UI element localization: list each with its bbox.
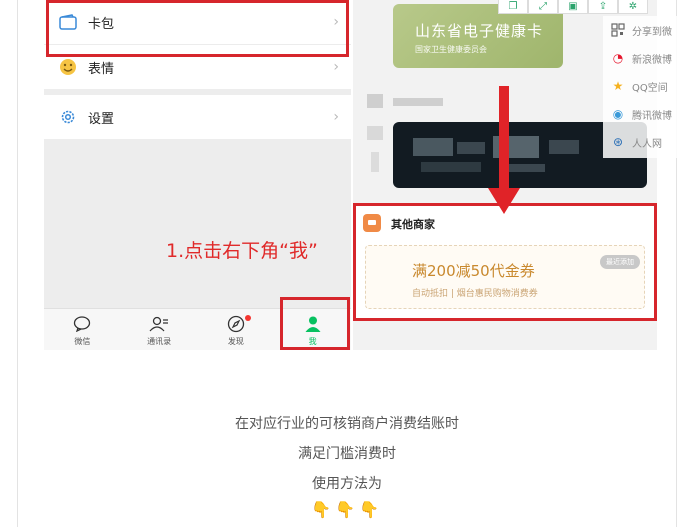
step-annotation: 1.点击右下角“我” [166, 240, 318, 262]
blur-block [421, 162, 481, 172]
contacts-icon [149, 314, 169, 334]
share-label: 腾讯微博 [632, 110, 672, 122]
article-text-line: 在对应行业的可核销商户消费结账时 [235, 416, 459, 432]
share-item-weibo[interactable]: ◔ 新浪微博 [603, 44, 680, 72]
qzone-star-icon: ★ [612, 79, 624, 93]
share-panel: 分享到微 ◔ 新浪微博 ★ QQ空间 ◉ 腾讯微博 ⊛ 人人网 [603, 16, 680, 158]
share-item-renren[interactable]: ⊛ 人人网 [603, 128, 680, 156]
settings-gear-icon [58, 107, 78, 127]
blur-block [413, 138, 453, 156]
expand-icon[interactable]: ⤢ [528, 0, 558, 14]
blurred-text [393, 98, 443, 106]
article-text-line: 满足门槛消费时 [298, 446, 396, 462]
share-item-wechat[interactable]: 分享到微 [603, 16, 680, 44]
chevron-right-icon: › [333, 59, 339, 75]
copy-icon[interactable]: ❐ [498, 0, 528, 14]
menu-item-label: 设置 [88, 111, 115, 127]
chevron-right-icon: › [333, 109, 339, 125]
tab-contacts[interactable]: 通讯录 [121, 309, 198, 350]
smiley-icon [58, 57, 78, 77]
export-icon[interactable]: ⇪ [588, 0, 618, 14]
pointing-down-emoji: 👇👇👇 [311, 500, 383, 519]
tencent-weibo-icon: ◉ [612, 107, 624, 121]
share-label: 人人网 [632, 138, 662, 150]
save-icon[interactable]: ▣ [558, 0, 588, 14]
compass-icon [226, 314, 246, 334]
menu-item-label: 表情 [88, 61, 115, 77]
blurred-icon [367, 126, 383, 140]
blur-block [505, 164, 545, 172]
article-text-line: 使用方法为 [312, 476, 382, 492]
weibo-icon: ◔ [612, 51, 624, 65]
blur-block [457, 142, 485, 154]
share-label: 分享到微 [632, 26, 672, 38]
share-label: 新浪微博 [632, 54, 672, 66]
tab-discover[interactable]: 发现 [198, 309, 275, 350]
notification-dot [244, 315, 251, 321]
tab-label: 发现 [227, 336, 244, 346]
menu-item-settings[interactable]: 设置 › [44, 95, 351, 139]
renren-icon: ⊛ [612, 135, 624, 149]
blurred-icon [367, 94, 383, 108]
tab-chats[interactable]: 微信 [44, 309, 121, 350]
share-label: QQ空间 [632, 82, 668, 94]
red-arrow-down-icon [488, 188, 520, 214]
chat-bubble-icon [72, 314, 92, 334]
share-item-qzone[interactable]: ★ QQ空间 [603, 72, 680, 100]
health-card-title: 山东省电子健康卡 [415, 22, 544, 40]
tab-label: 通讯录 [147, 336, 172, 346]
highlight-card-wallet [46, 0, 349, 57]
highlight-me-tab [280, 297, 350, 350]
share-toolbar: ❐ ⤢ ▣ ⇪ ✲ [498, 0, 680, 14]
qr-code-icon [610, 22, 626, 38]
blur-block [549, 140, 579, 154]
blurred-mark [371, 152, 379, 172]
highlight-other-merchants [353, 203, 657, 321]
tab-label: 微信 [74, 336, 91, 346]
share-item-tencent-weibo[interactable]: ◉ 腾讯微博 [603, 100, 680, 128]
health-card-subtitle: 国家卫生健康委员会 [415, 45, 487, 54]
red-arrow-shaft [499, 86, 509, 194]
settings-icon[interactable]: ✲ [618, 0, 648, 14]
